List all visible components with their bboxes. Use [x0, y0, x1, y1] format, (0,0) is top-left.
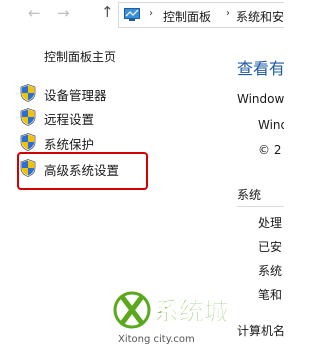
page-heading: 查看有 — [237, 59, 284, 78]
forward-arrow-icon[interactable]: → — [57, 6, 70, 21]
system-section-title: 系统 — [237, 188, 262, 202]
pen-touch-label: 笔和 — [258, 288, 283, 302]
system-window: ← → ↑ › 控制面板 › 系统和安 控制面板主页 设备管理器 远程设置 系统… — [0, 0, 284, 351]
sidebar-item-label: 远程设置 — [44, 112, 95, 127]
sidebar-item-label: 系统保护 — [44, 137, 95, 152]
breadcrumb-separator-icon: › — [149, 8, 153, 19]
copyright-text: © 2 — [258, 143, 282, 157]
breadcrumb-control-panel[interactable]: 控制面板 — [163, 8, 211, 25]
breadcrumb-system-security[interactable]: 系统和安 — [236, 8, 284, 25]
installed-memory-label: 已安 — [258, 240, 283, 254]
control-panel-home-link[interactable]: 控制面板主页 — [44, 48, 116, 65]
control-panel-icon — [124, 8, 140, 21]
sidebar-item-device-manager[interactable]: 设备管理器 — [20, 82, 150, 104]
navigation-bar: ← → ↑ › 控制面板 › 系统和安 — [0, 0, 284, 30]
uac-shield-icon — [20, 108, 36, 126]
breadcrumb-separator-icon: › — [226, 8, 230, 19]
sidebar-item-remote-settings[interactable]: 远程设置 — [20, 106, 150, 128]
highlight-box — [17, 152, 148, 190]
up-arrow-icon[interactable]: ↑ — [101, 5, 114, 20]
section-divider — [237, 206, 284, 207]
windows-edition-label: Window — [237, 92, 284, 106]
sidebar-item-label: 设备管理器 — [44, 88, 107, 103]
back-arrow-icon[interactable]: ← — [28, 6, 41, 21]
windows-edition-name: Wind — [258, 118, 284, 132]
uac-shield-icon — [20, 133, 36, 151]
uac-shield-icon — [20, 84, 36, 102]
watermark-logo: 系统城 Xitong city.com — [113, 291, 229, 345]
address-bar[interactable]: › 控制面板 › 系统和安 — [118, 2, 284, 28]
watermark-url: Xitong city.com — [118, 334, 195, 345]
watermark-brand: 系统城 — [154, 297, 229, 326]
sidebar-item-system-protection[interactable]: 系统保护 — [20, 131, 150, 153]
processor-label: 处理 — [258, 216, 283, 230]
system-type-label: 系统 — [258, 264, 283, 278]
